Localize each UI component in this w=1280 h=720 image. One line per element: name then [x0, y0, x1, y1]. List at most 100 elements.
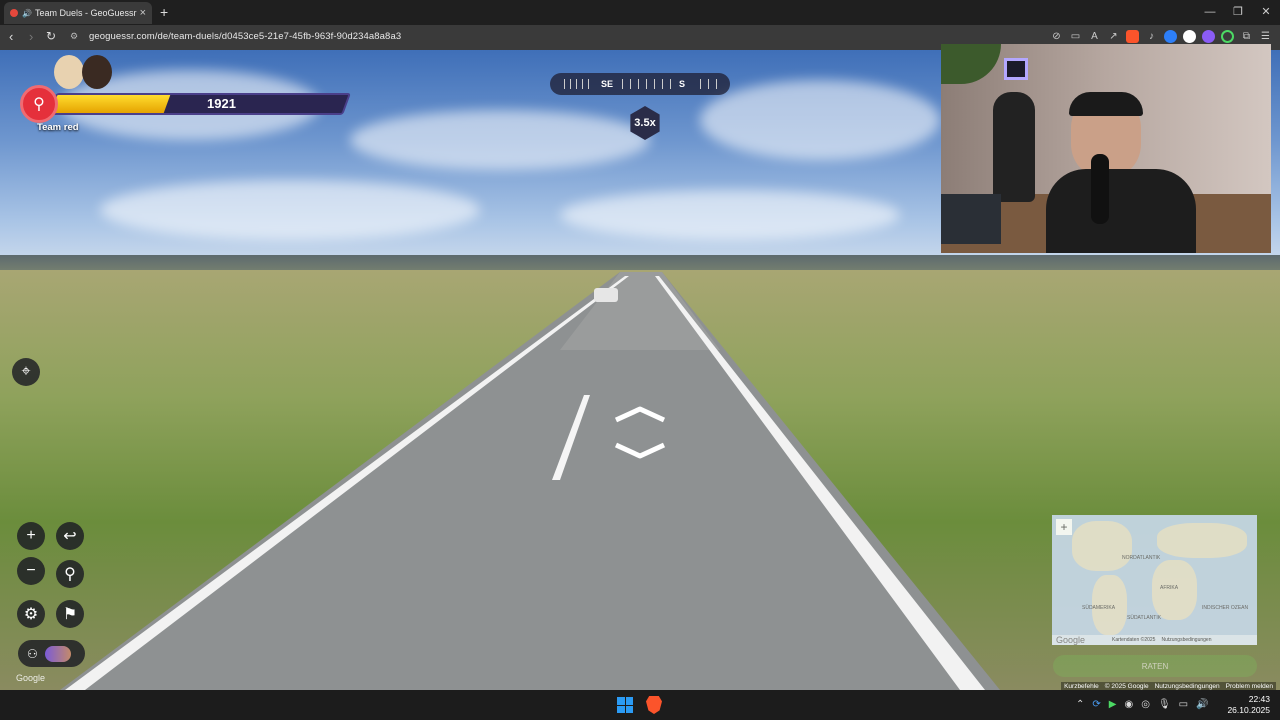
extension-purple-icon[interactable] — [1202, 30, 1215, 43]
compass-tick — [582, 79, 583, 89]
footer-terms[interactable]: Nutzungsbedingungen — [1155, 683, 1220, 690]
team-pin-icon: ⚲ — [20, 85, 58, 123]
tab-strip: 🔊 Team Duels - GeoGuessr × + — ❐ ✕ — [0, 0, 1280, 25]
url-field[interactable]: geoguessr.com/de/team-duels/d0453ce5-21e… — [89, 31, 401, 42]
land-eurasia — [1157, 523, 1247, 558]
car — [594, 288, 618, 302]
tray-display-icon[interactable]: ▭ — [1179, 699, 1188, 710]
zoom-out-button[interactable]: − — [17, 557, 45, 585]
brave-shields-icon[interactable] — [1126, 30, 1139, 43]
tray-obs-icon[interactable]: ◎ — [1141, 699, 1150, 710]
speaker-icon[interactable]: 🔊 — [22, 9, 32, 18]
back-icon[interactable]: ‹ — [9, 29, 13, 44]
team-label: Team red — [37, 122, 79, 133]
compass-tick — [700, 79, 701, 89]
extension-blue-icon[interactable] — [1164, 30, 1177, 43]
compass-tick — [638, 79, 639, 89]
profile-icon[interactable] — [1183, 30, 1196, 43]
tray-chevron-icon[interactable]: ⌃ — [1076, 699, 1084, 710]
webcam-microphone — [1091, 154, 1109, 224]
compass-tick — [716, 79, 717, 89]
webcam-overlay — [941, 44, 1271, 253]
window-controls: — ❐ ✕ — [1196, 0, 1280, 25]
tray-record-icon[interactable]: ◉ — [1124, 699, 1133, 710]
webcam-lamp — [1004, 58, 1028, 80]
settings-gear-icon[interactable]: ⚙ — [17, 600, 45, 628]
reload-icon[interactable]: ↻ — [46, 29, 56, 43]
tray-mic-icon[interactable]: 🎙 — [1158, 699, 1171, 710]
compass-tick — [570, 79, 571, 89]
clock-time: 22:43 — [1248, 694, 1270, 704]
webcam-figure — [993, 92, 1035, 202]
minimap-terms[interactable]: Nutzungsbedingungen — [1161, 637, 1211, 643]
teammate-avatar-1 — [54, 55, 84, 89]
webcam-plant — [941, 44, 1001, 84]
move-back-arrow[interactable] — [612, 442, 668, 460]
return-to-start-icon[interactable]: ⚲ — [56, 560, 84, 588]
flag-icon[interactable]: ⚑ — [56, 600, 84, 628]
windows-start-icon[interactable] — [617, 697, 633, 713]
compass-tick — [630, 79, 631, 89]
translate-icon[interactable]: A — [1088, 30, 1101, 43]
close-tab-icon[interactable]: × — [140, 7, 146, 19]
minimap-expand-button[interactable]: + — [1056, 519, 1072, 535]
map-label-south-atlantic: SÜDATLANTIK — [1127, 615, 1162, 621]
team-avatars — [44, 645, 71, 662]
footer-copyright: © 2025 Google — [1104, 683, 1149, 690]
taskbar-clock[interactable]: 22:43 26.10.2025 — [1227, 694, 1270, 716]
google-logo: Google — [16, 673, 46, 683]
tray-play-icon[interactable]: ▶ — [1109, 699, 1117, 710]
screen: 🔊 Team Duels - GeoGuessr × + — ❐ ✕ ‹ › ↻… — [0, 0, 1280, 720]
webcam-person-cap — [1069, 92, 1143, 116]
share-icon[interactable]: ↗ — [1107, 30, 1120, 43]
map-label-indian-ocean: INDISCHER OZEAN — [1202, 605, 1249, 611]
minimize-icon[interactable]: — — [1196, 0, 1224, 25]
tray-sync-icon[interactable]: ⟳ — [1092, 699, 1100, 710]
compass-tick — [646, 79, 647, 89]
minimap-google-logo: Google — [1056, 635, 1086, 645]
report-location-icon[interactable]: ⌖ — [12, 358, 40, 386]
minimap-footer: Google Kartendaten ©2025 Nutzungsbedingu… — [1052, 635, 1257, 645]
compass-tick — [662, 79, 663, 89]
map-label-north-atlantic: NORDATLANTIK — [1122, 555, 1161, 561]
webcam-person-body — [1046, 169, 1196, 253]
land-north-america — [1072, 521, 1132, 571]
compass-tick — [654, 79, 655, 89]
compass: SE S — [550, 73, 730, 95]
webcam-monitor — [941, 194, 1001, 244]
tracker-icon[interactable]: ⊘ — [1050, 30, 1063, 43]
minimap-map-data: Kartendaten ©2025 — [1112, 637, 1156, 643]
close-window-icon[interactable]: ✕ — [1252, 0, 1280, 25]
health-bar-track — [47, 93, 352, 115]
compass-tick — [588, 79, 589, 89]
compass-tick — [708, 79, 709, 89]
teammate-avatar-2 — [82, 55, 112, 89]
audio-icon[interactable]: ♪ — [1145, 30, 1158, 43]
footer-report[interactable]: Problem melden — [1226, 683, 1273, 690]
tab-geoguessr[interactable]: 🔊 Team Duels - GeoGuessr × — [4, 2, 152, 24]
undo-move-button[interactable]: ↩ — [56, 522, 84, 550]
extension-green-icon[interactable] — [1221, 30, 1234, 43]
cast-icon[interactable]: ▭ — [1069, 30, 1082, 43]
compass-tick — [670, 79, 671, 89]
zoom-in-button[interactable]: + — [17, 522, 45, 550]
menu-icon[interactable]: ☰ — [1259, 30, 1272, 43]
site-info-icon[interactable]: ⚙ — [70, 31, 78, 42]
team-health-bar: 1921 — [22, 90, 352, 115]
maximize-icon[interactable]: ❐ — [1224, 0, 1252, 25]
compass-label-se: SE — [601, 79, 614, 89]
extensions-puzzle-icon[interactable]: ⧉ — [1240, 30, 1253, 43]
team-chat-pill[interactable]: ⚇ — [18, 640, 85, 667]
compass-label-s: S — [679, 79, 686, 89]
compass-tick — [564, 79, 565, 89]
guess-minimap[interactable]: + AFRIKA SÜDAMERIKA NORDATLANTIK SÜDATLA… — [1052, 515, 1257, 645]
guess-button[interactable]: RATEN — [1053, 655, 1257, 677]
forward-icon[interactable]: › — [29, 29, 33, 44]
team-score: 1921 — [207, 96, 236, 111]
move-forward-arrow[interactable] — [612, 405, 668, 423]
new-tab-button[interactable]: + — [160, 4, 168, 20]
health-bar-fill — [50, 95, 171, 113]
tray-volume-icon[interactable]: 🔊 — [1196, 699, 1208, 710]
footer-shortcuts[interactable]: Kurzbefehle — [1064, 683, 1099, 690]
system-tray: ⌃ ⟳ ▶ ◉ ◎ 🎙 ▭ 🔊 — [1076, 699, 1209, 710]
